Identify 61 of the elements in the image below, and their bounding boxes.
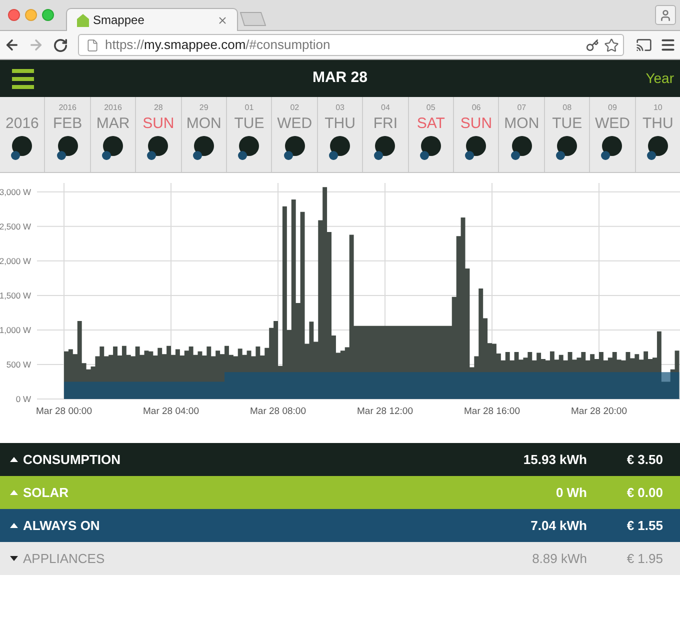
profile-button[interactable]: [655, 5, 676, 25]
category-label: APPLIANCES: [23, 550, 105, 568]
back-icon[interactable]: [4, 37, 20, 53]
cost-value: € 1.55: [626, 516, 663, 535]
date-button[interactable]: 05 SAT: [408, 97, 454, 172]
close-icon[interactable]: [217, 14, 228, 26]
date-button[interactable]: 10 THU: [636, 97, 680, 172]
energy-value: 7.04 kWh: [530, 516, 587, 535]
date-button[interactable]: 06 SUN: [454, 97, 500, 172]
date-button[interactable]: 2016 MAR: [90, 97, 136, 172]
summary-row[interactable]: ALWAYS ON 7.04 kWh € 1.55: [0, 509, 680, 542]
reload-icon[interactable]: [52, 38, 68, 52]
x-axis-label: Mar 28 00:00: [36, 406, 92, 417]
star-icon[interactable]: [604, 38, 619, 52]
y-axis-label: 2,000 W: [0, 256, 31, 266]
date-button[interactable]: 03 THU: [318, 97, 364, 172]
cost-value: € 1.95: [626, 550, 663, 568]
date-button[interactable]: 09 WED: [590, 97, 636, 172]
page-icon: [86, 38, 99, 52]
x-axis-label: Mar 28 12:00: [357, 406, 413, 417]
date-button[interactable]: 2016 FEB: [45, 97, 91, 172]
period-link[interactable]: Year: [646, 68, 674, 89]
energy-value: 0 Wh: [556, 484, 587, 502]
date-button[interactable]: 28 SUN: [136, 97, 182, 172]
date-button[interactable]: 01 TUE: [227, 97, 272, 172]
window-close-button[interactable]: [8, 9, 20, 21]
summary-row[interactable]: SOLAR 0 Wh € 0.00: [0, 476, 680, 509]
summary-row[interactable]: CONSUMPTION 15.93 kWh € 3.50: [0, 443, 680, 476]
key-icon[interactable]: [586, 38, 599, 52]
x-axis-label: Mar 28 16:00: [464, 406, 520, 417]
menu-icon[interactable]: [660, 37, 676, 53]
url-field[interactable]: https://my.smappee.com/#consumption: [78, 34, 624, 56]
date-button[interactable]: 29 MON: [182, 97, 228, 172]
y-axis-label: 1,000 W: [0, 324, 31, 335]
energy-value: 8.89 kWh: [532, 550, 587, 568]
category-label: CONSUMPTION: [23, 450, 120, 469]
cost-value: € 0.00: [626, 484, 663, 502]
y-axis-label: 1,500 W: [0, 290, 31, 300]
date-button[interactable]: 04 FRI: [363, 97, 409, 172]
menu-icon[interactable]: [12, 68, 34, 88]
x-axis-label: Mar 28 04:00: [143, 406, 199, 417]
browser-tab[interactable]: Smappee: [66, 8, 238, 31]
category-label: SOLAR: [23, 484, 68, 502]
date-button[interactable]: 02 WED: [272, 97, 318, 172]
cast-icon[interactable]: [636, 37, 652, 53]
summary-row[interactable]: APPLIANCES 8.89 kWh € 1.95: [0, 542, 680, 575]
y-axis-label: 0 W: [16, 394, 31, 404]
x-axis-label: Mar 28 20:00: [571, 406, 627, 417]
date-button[interactable]: 2016: [0, 97, 46, 172]
person-icon: [659, 8, 672, 22]
x-axis-label: Mar 28 08:00: [250, 406, 306, 417]
date-button[interactable]: 07 MON: [499, 97, 545, 172]
date-button[interactable]: 08 TUE: [544, 97, 590, 172]
energy-value: 15.93 kWh: [523, 450, 587, 469]
y-axis-label: 500 W: [6, 359, 31, 370]
house-icon: [77, 14, 89, 26]
y-axis-label: 3,000 W: [0, 186, 31, 197]
cost-value: € 3.50: [626, 450, 663, 469]
page-title: MAR 28: [312, 68, 368, 88]
category-label: ALWAYS ON: [23, 516, 100, 535]
y-axis-label: 2,500 W: [0, 221, 31, 232]
